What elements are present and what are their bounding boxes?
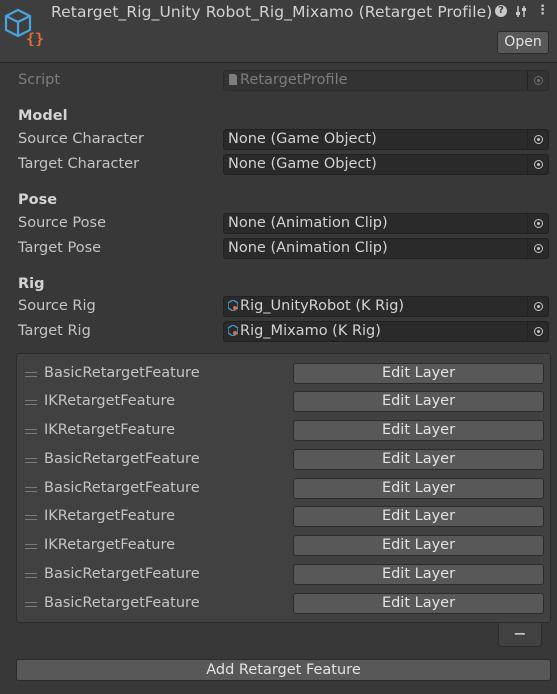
add-retarget-feature-button[interactable]: Add Retarget Feature	[16, 659, 551, 681]
edit-layer-button[interactable]: Edit Layer	[293, 564, 544, 585]
inspector-header: {} Retarget_Rig_Unity Robot_Rig_Mixamo (…	[0, 0, 557, 63]
help-icon[interactable]: ?	[495, 5, 507, 17]
source-pose-value: None (Animation Clip)	[228, 215, 388, 231]
remove-feature-button[interactable]: −	[498, 623, 542, 647]
feature-name: BasicRetargetFeature	[44, 480, 200, 496]
target-rig-field[interactable]: Rig_Mixamo (K Rig)	[223, 321, 549, 342]
source-character-field[interactable]: None (Game Object)	[223, 129, 549, 150]
list-item: BasicRetargetFeature Edit Layer	[17, 561, 550, 590]
target-pose-picker[interactable]	[527, 239, 548, 258]
drag-handle-icon[interactable]	[25, 602, 37, 607]
source-rig-field[interactable]: Rig_UnityRobot (K Rig)	[223, 296, 549, 317]
script-picker	[527, 71, 548, 90]
drag-handle-icon[interactable]	[25, 458, 37, 463]
target-character-picker[interactable]	[527, 155, 548, 174]
more-options-icon[interactable]: ⋮	[536, 4, 549, 18]
feature-name: BasicRetargetFeature	[44, 365, 200, 381]
target-character-field[interactable]: None (Game Object)	[223, 154, 549, 175]
edit-layer-button[interactable]: Edit Layer	[293, 391, 544, 412]
drag-handle-icon[interactable]	[25, 372, 37, 377]
object-picker-icon	[533, 244, 543, 253]
edit-layer-button[interactable]: Edit Layer	[293, 506, 544, 527]
source-rig-value: Rig_UnityRobot (K Rig)	[240, 298, 405, 314]
edit-layer-button[interactable]: Edit Layer	[293, 420, 544, 441]
feature-name: IKRetargetFeature	[44, 422, 176, 438]
target-rig-label: Target Rig	[18, 323, 91, 339]
object-picker-icon	[533, 219, 543, 228]
svg-text:{}: {}	[26, 30, 44, 46]
object-picker-icon	[533, 160, 543, 169]
feature-name: BasicRetargetFeature	[44, 451, 200, 467]
feature-name: BasicRetargetFeature	[44, 566, 200, 582]
source-character-value: None (Game Object)	[228, 131, 377, 147]
target-character-label: Target Character	[18, 156, 140, 172]
list-item: IKRetargetFeature Edit Layer	[17, 388, 550, 417]
target-rig-picker[interactable]	[527, 322, 548, 341]
edit-layer-button[interactable]: Edit Layer	[293, 478, 544, 499]
retarget-feature-list: BasicRetargetFeature Edit Layer IKRetarg…	[16, 353, 551, 623]
feature-name: IKRetargetFeature	[44, 393, 176, 409]
edit-layer-button[interactable]: Edit Layer	[293, 449, 544, 470]
target-rig-value: Rig_Mixamo (K Rig)	[240, 323, 381, 339]
edit-layer-button[interactable]: Edit Layer	[293, 593, 544, 614]
drag-handle-icon[interactable]	[25, 544, 37, 549]
header-icons: ? ⋮	[495, 4, 549, 18]
object-picker-icon	[533, 327, 543, 336]
script-label: Script	[18, 72, 61, 88]
target-pose-label: Target Pose	[18, 240, 102, 256]
list-item: IKRetargetFeature Edit Layer	[17, 417, 550, 446]
preset-icon[interactable]	[515, 5, 528, 18]
feature-name: IKRetargetFeature	[44, 508, 176, 524]
rig-asset-icon	[228, 300, 238, 311]
edit-layer-button[interactable]: Edit Layer	[293, 363, 544, 384]
source-rig-label: Source Rig	[18, 298, 96, 314]
source-pose-picker[interactable]	[527, 214, 548, 233]
script-value: RetargetProfile	[240, 72, 348, 88]
drag-handle-icon[interactable]	[25, 515, 37, 520]
object-picker-icon	[533, 135, 543, 144]
list-item: IKRetargetFeature Edit Layer	[17, 503, 550, 532]
script-file-icon	[229, 74, 237, 85]
rig-asset-icon	[228, 325, 238, 336]
source-rig-picker[interactable]	[527, 297, 548, 316]
source-character-picker[interactable]	[527, 130, 548, 149]
target-pose-field[interactable]: None (Animation Clip)	[223, 238, 549, 259]
drag-handle-icon[interactable]	[25, 429, 37, 434]
drag-handle-icon[interactable]	[25, 487, 37, 492]
list-item: IKRetargetFeature Edit Layer	[17, 532, 550, 561]
pose-section-title: Pose	[18, 192, 58, 208]
open-button[interactable]: Open	[497, 31, 549, 54]
script-field: RetargetProfile	[223, 70, 549, 91]
target-character-value: None (Game Object)	[228, 156, 377, 172]
inspector-title: Retarget_Rig_Unity Robot_Rig_Mixamo (Ret…	[51, 3, 493, 21]
edit-layer-button[interactable]: Edit Layer	[293, 535, 544, 556]
feature-name: IKRetargetFeature	[44, 537, 176, 553]
list-item: BasicRetargetFeature Edit Layer	[17, 475, 550, 504]
object-picker-icon	[533, 76, 543, 85]
list-item: BasicRetargetFeature Edit Layer	[17, 360, 550, 389]
list-item: BasicRetargetFeature Edit Layer	[17, 446, 550, 475]
feature-name: BasicRetargetFeature	[44, 595, 200, 611]
source-character-label: Source Character	[18, 131, 144, 147]
retarget-profile-icon: {}	[4, 8, 44, 46]
list-item: BasicRetargetFeature Edit Layer	[17, 590, 550, 619]
drag-handle-icon[interactable]	[25, 573, 37, 578]
source-pose-field[interactable]: None (Animation Clip)	[223, 213, 549, 234]
model-section-title: Model	[18, 108, 68, 124]
target-pose-value: None (Animation Clip)	[228, 240, 388, 256]
drag-handle-icon[interactable]	[25, 400, 37, 405]
source-pose-label: Source Pose	[18, 215, 106, 231]
rig-section-title: Rig	[18, 276, 45, 292]
object-picker-icon	[533, 302, 543, 311]
